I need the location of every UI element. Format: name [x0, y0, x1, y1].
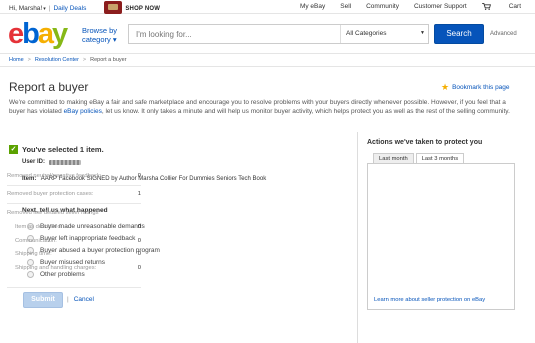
breadcrumb: Home > Resolution Center > Report a buye… — [0, 53, 535, 67]
intro-text: We're committed to making eBay a fair an… — [9, 99, 510, 115]
daily-deals-link[interactable]: Daily Deals — [53, 5, 86, 12]
breadcrumb-resolution-center[interactable]: Resolution Center — [35, 57, 79, 63]
star-icon: ★ — [441, 82, 450, 92]
divider: | — [48, 5, 51, 12]
cancel-link[interactable]: Cancel — [74, 296, 94, 303]
cart-icon — [481, 3, 491, 10]
rating-row: Item as described: 0 — [15, 224, 141, 230]
protection-panel — [367, 163, 515, 310]
chevron-down-icon[interactable]: ▾ — [43, 6, 46, 12]
customer-support-link[interactable]: Customer Support — [414, 3, 467, 10]
advanced-search-link[interactable]: Advanced — [490, 31, 517, 37]
submit-button[interactable]: Submit — [23, 292, 63, 308]
bookmark-link[interactable]: ★ Bookmark this page — [441, 82, 510, 93]
cart-link[interactable]: Cart — [481, 3, 521, 10]
divider: | — [67, 296, 69, 303]
ebay-logo[interactable]: ebay — [8, 19, 68, 49]
chevron-down-icon: ▼ — [420, 30, 425, 36]
checkmark-icon: ✓ — [9, 145, 18, 154]
sell-link[interactable]: Sell — [340, 3, 351, 10]
radio-button[interactable] — [27, 270, 34, 278]
rating-row: Shipping time: 0 — [15, 251, 141, 257]
ebay-policies-link[interactable]: eBay policies — [64, 108, 102, 115]
protection-panel-title: Actions we've taken to protect you — [367, 139, 483, 146]
breadcrumb-separator: > — [27, 57, 31, 63]
breadcrumb-current: Report a buyer — [90, 57, 127, 63]
breadcrumb-home[interactable]: Home — [9, 57, 24, 63]
community-link[interactable]: Community — [366, 3, 399, 10]
divider — [7, 203, 141, 204]
page-title: Report a buyer — [9, 80, 89, 94]
top-nav-bar: Hi, Marsha! ▾ | Daily Deals SHOP NOW My … — [0, 0, 535, 14]
search-bar: All Categories ▼ — [128, 24, 429, 44]
my-ebay-link[interactable]: My eBay — [300, 3, 325, 10]
stat-row: Removed neutral/negative feedback: 0 — [7, 173, 141, 179]
user-id-label: User ID: — [22, 159, 46, 165]
stat-row: Removed buyer protection cases: 1 — [7, 191, 141, 197]
redacted-user-id — [49, 159, 82, 165]
browse-by-category[interactable]: Browse by category ▾ — [82, 26, 117, 44]
category-select[interactable]: All Categories ▼ — [340, 25, 430, 43]
top-nav-right: My eBay Sell Community Customer Support … — [285, 3, 521, 10]
user-id-row: User ID: — [22, 159, 82, 165]
divider — [7, 185, 141, 186]
breadcrumb-separator: > — [82, 57, 87, 63]
rating-row: Communication: 0 — [15, 238, 141, 244]
selected-items-title: You've selected 1 item. — [22, 145, 104, 154]
rating-row: Shipping and handling charges: 0 — [15, 265, 141, 271]
top-nav-left: Hi, Marsha! ▾ | Daily Deals SHOP NOW — [9, 1, 160, 14]
learn-more-link[interactable]: Learn more about seller protection on eB… — [374, 297, 485, 303]
cart-label: Cart — [508, 3, 521, 10]
promo-link[interactable]: SHOP NOW — [125, 6, 160, 12]
ratings-header: Removed low detailed seller ratings — [7, 210, 99, 216]
column-divider — [357, 132, 358, 343]
search-button[interactable]: Search — [434, 24, 484, 44]
search-input[interactable] — [129, 25, 339, 43]
promo-package-icon[interactable] — [104, 1, 123, 14]
bookmark-label: Bookmark this page — [452, 84, 510, 91]
cancel-row: | Cancel — [67, 296, 94, 303]
greeting[interactable]: Hi, Marsha! — [9, 5, 42, 12]
divider — [7, 287, 141, 288]
